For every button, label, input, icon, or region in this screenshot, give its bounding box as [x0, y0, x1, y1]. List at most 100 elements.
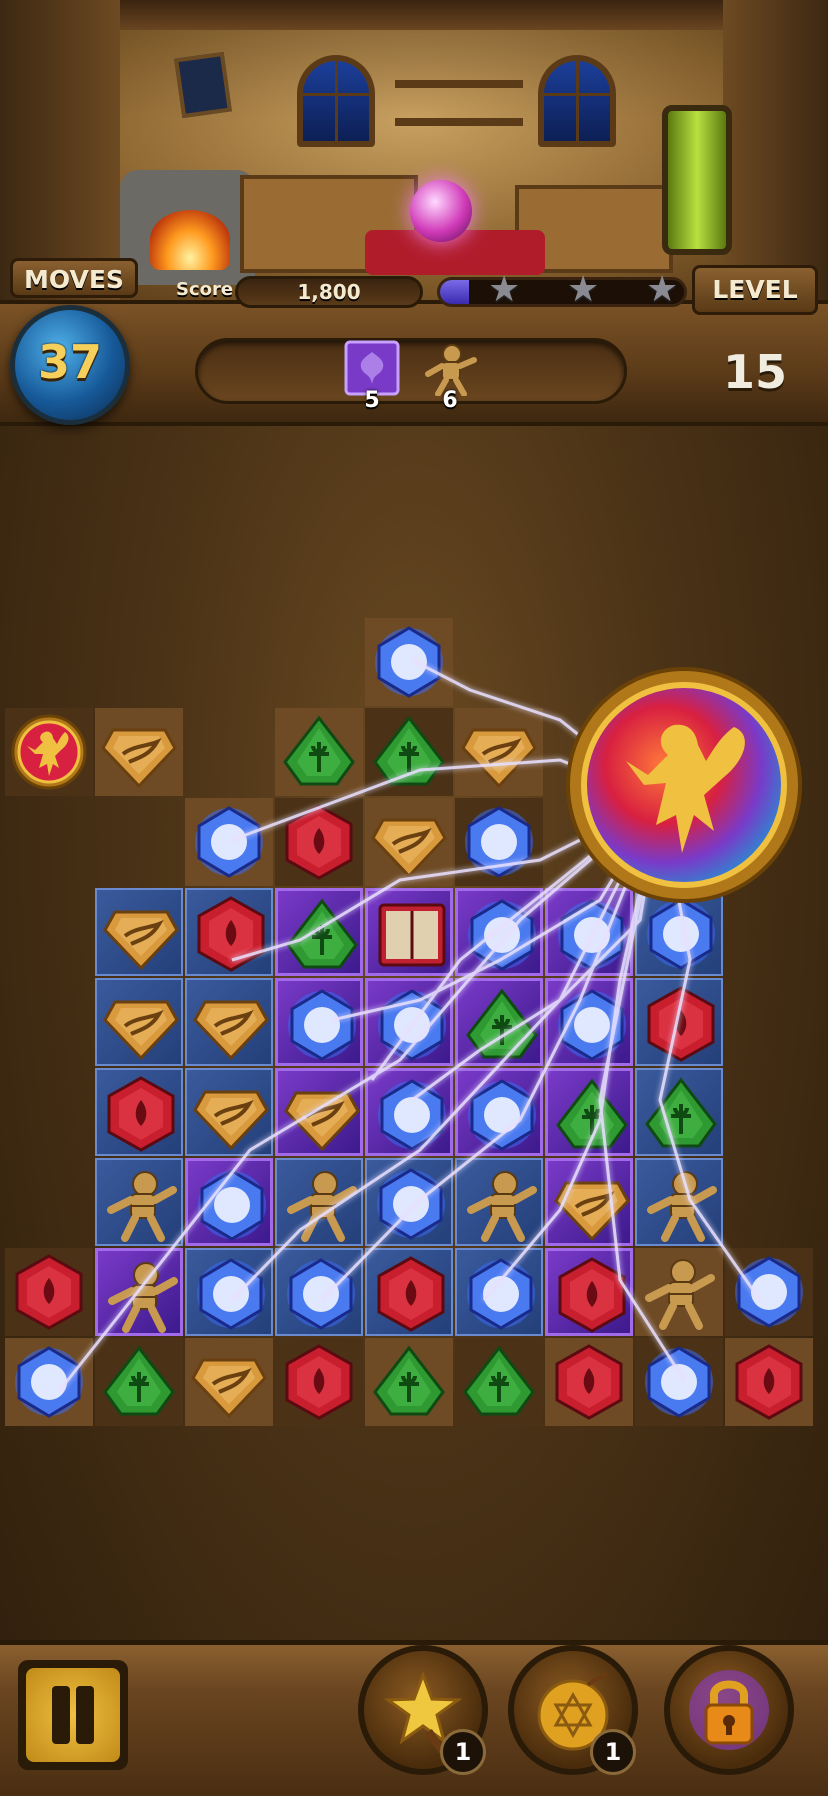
amber-gem-icon	[284, 1091, 360, 1152]
star-wand-booster-button[interactable]: 1	[358, 1645, 488, 1775]
blue-gem-icon	[288, 989, 356, 1061]
amber-gem-icon	[461, 728, 537, 789]
board-cell[interactable]	[455, 1068, 543, 1156]
red-gem-icon	[735, 1344, 803, 1420]
board-cell[interactable]	[275, 978, 363, 1066]
board-cell[interactable]	[365, 798, 453, 886]
board-cell[interactable]	[275, 1158, 363, 1246]
board-cell[interactable]	[725, 1338, 813, 1426]
padlock-icon	[689, 1670, 769, 1750]
board-cell[interactable]	[365, 888, 453, 976]
locked-booster-button[interactable]	[664, 1645, 794, 1775]
board-cell[interactable]	[725, 1248, 813, 1336]
board-cell[interactable]	[365, 1248, 453, 1336]
board-cell[interactable]	[275, 798, 363, 886]
board-cell[interactable]	[545, 978, 633, 1066]
board-cell[interactable]	[455, 888, 543, 976]
board-cell[interactable]	[545, 1068, 633, 1156]
board-cell[interactable]	[95, 708, 183, 796]
board-cell[interactable]	[275, 1338, 363, 1426]
bomb-booster-button[interactable]: 1	[508, 1645, 638, 1775]
blue-gem-icon	[375, 626, 443, 698]
blue-gem-icon	[558, 989, 626, 1061]
amber-gem-icon	[554, 1181, 630, 1242]
board-cell[interactable]	[455, 1158, 543, 1246]
blue-gem-icon	[465, 806, 533, 878]
star-wand-count: 1	[440, 1729, 486, 1775]
amber-gem-icon	[103, 910, 179, 971]
board-cell[interactable]	[455, 708, 543, 796]
board-cell[interactable]	[185, 1158, 273, 1246]
board-cell[interactable]	[95, 1248, 183, 1336]
voodoo-doll-icon	[287, 1171, 357, 1242]
board-cell[interactable]	[365, 1158, 453, 1246]
red-gem-icon	[107, 1076, 175, 1152]
green-gem-icon	[463, 1345, 535, 1416]
blue-gem-icon	[468, 899, 536, 971]
green-gem-icon	[283, 715, 355, 786]
board-cell[interactable]	[365, 618, 453, 706]
amber-gem-icon	[101, 728, 177, 789]
amber-gem-icon	[191, 1358, 267, 1419]
blue-gem-icon	[468, 1079, 536, 1151]
board-cell[interactable]	[545, 1248, 633, 1336]
blue-gem-icon	[15, 1346, 83, 1418]
board-cell[interactable]	[95, 1338, 183, 1426]
board-cell[interactable]	[455, 1248, 543, 1336]
board-cell[interactable]	[365, 708, 453, 796]
pause-button[interactable]	[18, 1660, 128, 1770]
board-cell[interactable]	[95, 1158, 183, 1246]
fairy-medallion-icon	[11, 714, 87, 790]
green-gem-icon	[466, 988, 538, 1059]
spellbook-icon	[378, 903, 446, 967]
board-cell[interactable]	[635, 1158, 723, 1246]
board-cell[interactable]	[95, 888, 183, 976]
red-gem-icon	[197, 896, 265, 972]
green-gem-icon	[103, 1345, 175, 1416]
board-cell[interactable]	[455, 1338, 543, 1426]
blue-gem-icon	[378, 989, 446, 1061]
blue-gem-icon	[377, 1168, 445, 1240]
board-cell[interactable]	[185, 1068, 273, 1156]
board-cell[interactable]	[455, 978, 543, 1066]
board-cell[interactable]	[185, 1248, 273, 1336]
board-cell[interactable]	[635, 1068, 723, 1156]
board-cell[interactable]	[455, 798, 543, 886]
blue-gem-icon	[287, 1258, 355, 1330]
green-gem-icon	[373, 1345, 445, 1416]
board-cell[interactable]	[275, 708, 363, 796]
green-gem-icon	[373, 715, 445, 786]
amber-gem-icon	[193, 1000, 269, 1061]
red-gem-icon	[558, 1257, 626, 1333]
board-cell[interactable]	[545, 1338, 633, 1426]
blue-gem-icon	[198, 1169, 266, 1241]
board-cell[interactable]	[365, 1338, 453, 1426]
board-cell[interactable]	[5, 1248, 93, 1336]
voodoo-doll-icon	[467, 1171, 537, 1242]
board-cell[interactable]	[365, 1068, 453, 1156]
board-cell[interactable]	[95, 1068, 183, 1156]
red-gem-icon	[15, 1254, 83, 1330]
amber-gem-icon	[371, 818, 447, 879]
board-cell[interactable]	[635, 978, 723, 1066]
board-cell[interactable]	[95, 978, 183, 1066]
board-cell[interactable]	[185, 798, 273, 886]
board-cell[interactable]	[275, 1248, 363, 1336]
blue-gem-icon	[558, 899, 626, 971]
board-cell[interactable]	[635, 1338, 723, 1426]
board-cell[interactable]	[275, 1068, 363, 1156]
board-cell[interactable]	[185, 888, 273, 976]
board-cell[interactable]	[185, 1338, 273, 1426]
voodoo-doll-icon	[108, 1262, 178, 1333]
board-cell[interactable]	[635, 1248, 723, 1336]
red-gem-icon	[647, 986, 715, 1062]
pause-icon	[26, 1668, 120, 1762]
board-cell[interactable]	[5, 708, 93, 796]
blue-gem-icon	[647, 898, 715, 970]
board-cell[interactable]	[5, 1338, 93, 1426]
board-cell[interactable]	[275, 888, 363, 976]
board-cell[interactable]	[545, 1158, 633, 1246]
board-cell[interactable]	[365, 978, 453, 1066]
board-cell[interactable]	[185, 978, 273, 1066]
green-gem-icon	[286, 898, 358, 969]
